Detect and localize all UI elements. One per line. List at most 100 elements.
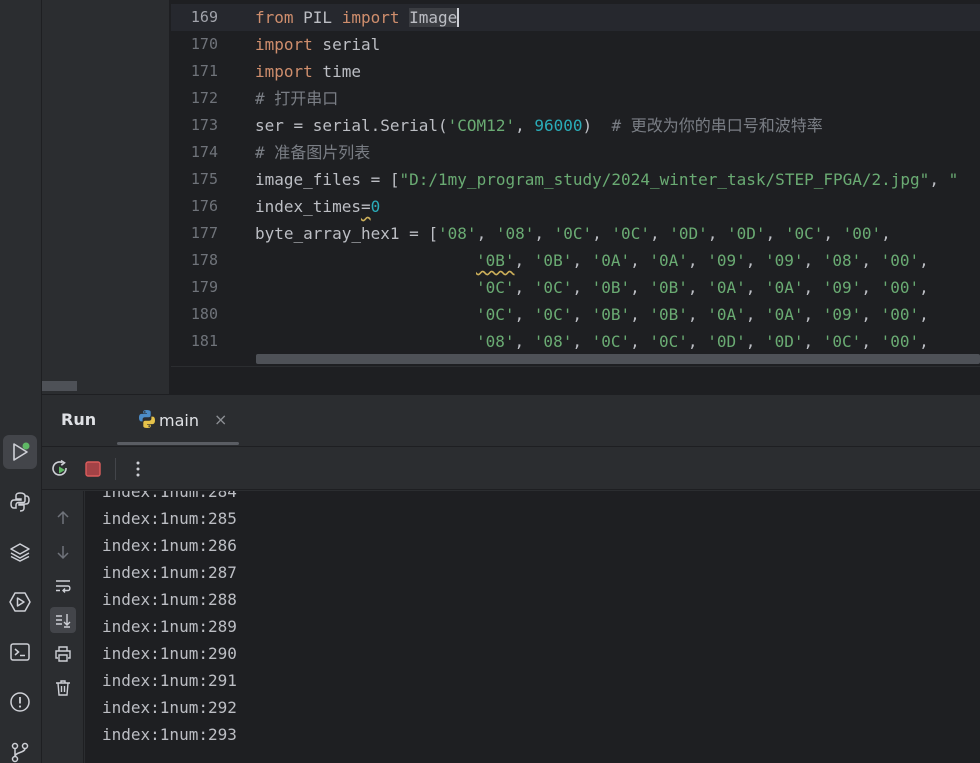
stop-icon bbox=[85, 461, 101, 477]
code-comment: # 打开串口 bbox=[255, 89, 339, 108]
soft-wrap-button[interactable] bbox=[50, 573, 76, 599]
run-toolbar bbox=[42, 448, 980, 490]
tab-main[interactable]: main × bbox=[117, 395, 239, 447]
console-line: index:1num:286 bbox=[102, 536, 237, 555]
editor-footer bbox=[171, 366, 980, 394]
console-side-toolbar bbox=[42, 491, 84, 763]
code-text: image_files = ["D:/1my_program_study/202… bbox=[255, 170, 959, 189]
services-button[interactable] bbox=[3, 585, 37, 619]
code-text: '0B', '0B', '0A', '0A', '09', '09', '08'… bbox=[476, 251, 929, 270]
line-number: 181 bbox=[190, 332, 218, 350]
text-caret bbox=[457, 8, 460, 27]
line-number: 179 bbox=[190, 278, 218, 296]
code-line: 175 image_files = ["D:/1my_program_study… bbox=[171, 166, 980, 193]
line-number: 174 bbox=[190, 143, 218, 161]
scroll-to-end-button[interactable] bbox=[50, 607, 76, 633]
terminal-icon bbox=[10, 643, 30, 661]
scroll-up-icon bbox=[57, 510, 69, 524]
rerun-button[interactable] bbox=[48, 457, 72, 481]
line-number: 177 bbox=[190, 224, 218, 242]
code-text: ser = serial.Serial('COM12', 96000) # 更改… bbox=[255, 116, 823, 135]
console-output[interactable]: index:1num:284 index:1num:285 index:1num… bbox=[85, 491, 980, 763]
code-line: 176 index_times=0 bbox=[171, 193, 980, 220]
line-number: 172 bbox=[190, 89, 218, 107]
line-number: 176 bbox=[190, 197, 218, 215]
clear-icon bbox=[56, 680, 70, 696]
code-text: index_times=0 bbox=[255, 197, 381, 216]
line-number: 178 bbox=[190, 251, 218, 269]
scroll-down-icon bbox=[57, 546, 69, 560]
terminal-button[interactable] bbox=[3, 635, 37, 669]
git-button[interactable] bbox=[3, 735, 37, 763]
console-line: index:1num:287 bbox=[102, 563, 237, 582]
line-number: 169 bbox=[190, 8, 218, 26]
print-icon bbox=[55, 646, 71, 662]
console-line: index:1num:291 bbox=[102, 671, 237, 690]
project-panel bbox=[42, 0, 170, 394]
code-line: 180 '0C', '0C', '0B', '0B', '0A', '0A', … bbox=[171, 301, 980, 328]
run-tool-window: Run main × index:1num:284 index:1num:285… bbox=[42, 394, 980, 763]
stop-button[interactable] bbox=[81, 457, 105, 481]
services-icon bbox=[9, 592, 31, 612]
code-line: 172 # 打开串口 bbox=[171, 85, 980, 112]
code-line: 177 byte_array_hex1 = ['08', '08', '0C',… bbox=[171, 220, 980, 247]
problems-button[interactable] bbox=[3, 685, 37, 719]
line-number: 173 bbox=[190, 116, 218, 134]
run-icon bbox=[13, 442, 30, 461]
git-icon bbox=[11, 742, 29, 763]
project-scrollbar[interactable] bbox=[42, 381, 77, 391]
code-text: '08', '08', '0C', '0C', '0D', '0D', '0C'… bbox=[476, 332, 929, 351]
scroll-to-end-icon bbox=[56, 614, 71, 628]
clear-button[interactable] bbox=[50, 675, 76, 701]
close-icon[interactable]: × bbox=[214, 410, 227, 429]
code-line: 178 '0B', '0B', '0A', '0A', '09', '09', … bbox=[171, 247, 980, 274]
line-number: 170 bbox=[190, 35, 218, 53]
console-line: index:1num:292 bbox=[102, 698, 237, 717]
more-button[interactable] bbox=[126, 457, 150, 481]
run-window-title: Run bbox=[61, 410, 97, 429]
console-line: index:1num:288 bbox=[102, 590, 237, 609]
code-text: import serial bbox=[255, 35, 381, 54]
code-line: 179 '0C', '0C', '0B', '0B', '0A', '0A', … bbox=[171, 274, 980, 301]
tab-main-label: main bbox=[159, 411, 199, 430]
code-line: 173 ser = serial.Serial('COM12', 96000) … bbox=[171, 112, 980, 139]
console-line: index:1num:293 bbox=[102, 725, 237, 744]
code-text: from PIL import Image bbox=[255, 8, 460, 27]
code-text: '0C', '0C', '0B', '0B', '0A', '0A', '09'… bbox=[476, 278, 929, 297]
layers-button[interactable] bbox=[3, 535, 37, 569]
active-tab-indicator bbox=[117, 442, 239, 445]
scroll-up-button[interactable] bbox=[50, 505, 76, 531]
code-editor[interactable]: 169 from PIL import Image 170 import ser… bbox=[171, 0, 980, 366]
more-icon bbox=[136, 461, 140, 477]
run-tool-button[interactable] bbox=[3, 435, 37, 469]
code-line: 181 '08', '08', '0C', '0C', '0D', '0D', … bbox=[171, 328, 980, 355]
python-console-button[interactable] bbox=[3, 485, 37, 519]
console-line: index:1num:284 bbox=[102, 491, 237, 501]
rerun-icon bbox=[52, 459, 67, 476]
code-comment: # 准备图片列表 bbox=[255, 143, 371, 162]
python-console-icon bbox=[10, 492, 30, 512]
code-line: 170 import serial bbox=[171, 31, 980, 58]
console-line: index:1num:290 bbox=[102, 644, 237, 663]
code-line: 169 from PIL import Image bbox=[171, 4, 980, 31]
code-text: '0C', '0C', '0B', '0B', '0A', '0A', '09'… bbox=[476, 305, 929, 324]
run-tab-bar: Run main × bbox=[42, 395, 980, 447]
line-number: 175 bbox=[190, 170, 218, 188]
toolbar-separator bbox=[115, 458, 116, 480]
editor-horizontal-scrollbar[interactable] bbox=[256, 354, 980, 364]
console-line: index:1num:285 bbox=[102, 509, 237, 528]
soft-wrap-icon bbox=[56, 580, 71, 593]
line-number: 171 bbox=[190, 62, 218, 80]
line-number: 180 bbox=[190, 305, 218, 323]
activity-bar bbox=[0, 0, 42, 763]
layers-icon bbox=[10, 543, 30, 562]
problems-icon bbox=[10, 692, 30, 712]
scroll-down-button[interactable] bbox=[50, 539, 76, 565]
code-text: byte_array_hex1 = ['08', '08', '0C', '0C… bbox=[255, 224, 891, 243]
code-text: import time bbox=[255, 62, 361, 81]
python-icon bbox=[139, 410, 155, 428]
console-line: index:1num:289 bbox=[102, 617, 237, 636]
code-line: 171 import time bbox=[171, 58, 980, 85]
code-line: 174 # 准备图片列表 bbox=[171, 139, 980, 166]
print-button[interactable] bbox=[50, 641, 76, 667]
